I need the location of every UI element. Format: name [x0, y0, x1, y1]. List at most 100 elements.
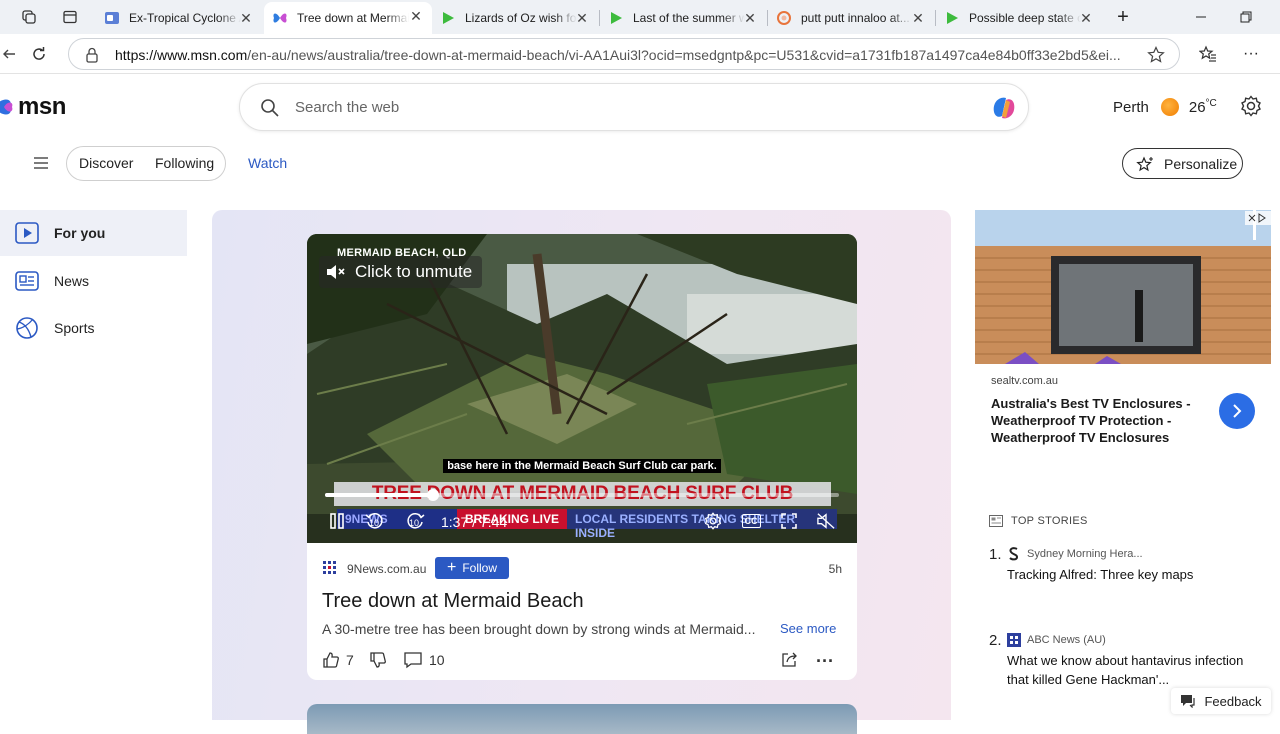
back-icon[interactable] — [0, 41, 24, 67]
like-count: 7 — [346, 652, 354, 668]
dislike-button[interactable] — [369, 651, 387, 669]
tab-title: Possible deep state c... — [969, 11, 1081, 25]
tab-title: Ex-Tropical Cyclone A... — [129, 11, 241, 25]
story-source: Sydney Morning Hera... — [1007, 547, 1143, 561]
sidebar-item-label: For you — [54, 225, 106, 241]
sidebar-item-label: Sports — [54, 320, 95, 336]
tab-last-of-summer[interactable]: Last of the summer w... ✕ — [600, 4, 766, 32]
url-text: https://www.msn.com/en-au/news/australia… — [115, 47, 1145, 63]
newspaper-icon — [15, 271, 39, 291]
tab-putt-putt-innaloo[interactable]: putt putt innaloo at... ✕ — [768, 4, 934, 32]
tab-possible-deep-state[interactable]: Possible deep state c... ✕ — [936, 4, 1102, 32]
msn-logo[interactable]: msn — [0, 92, 66, 122]
feed-nav: Discover Following Watch — [0, 144, 1280, 182]
story-title[interactable]: Tracking Alfred: Three key maps — [1007, 565, 1247, 584]
favorites-icon[interactable] — [1193, 41, 1223, 67]
tab-following[interactable]: Following — [155, 155, 214, 171]
video-player[interactable]: MERMAID BEACH, QLD Click to unmute base … — [307, 234, 857, 543]
sponsored-ad-card[interactable]: sealtv.com.au Australia's Best TV Enclos… — [975, 210, 1271, 472]
duration: 7:44 — [479, 514, 508, 530]
forward-10-button[interactable]: 10 — [403, 510, 427, 532]
share-icon[interactable] — [780, 651, 798, 669]
close-tab-icon[interactable]: ✕ — [742, 10, 758, 26]
close-tab-icon[interactable]: ✕ — [574, 10, 590, 26]
article-snippet: A 30-metre tree has been brought down by… — [322, 621, 756, 637]
search-input[interactable]: Search the web — [295, 99, 399, 116]
story-title[interactable]: What we know about hantavirus infection … — [1007, 651, 1247, 689]
workspaces-icon[interactable] — [14, 4, 44, 30]
personalize-label: Personalize — [1164, 156, 1238, 172]
follow-button[interactable]: + Follow — [435, 557, 509, 579]
tab-tree-down-mermaid-beach[interactable]: Tree down at Mermaid Beach ✕ — [264, 2, 432, 34]
outlook-icon — [105, 12, 119, 24]
story-source-name: ABC News (AU) — [1027, 634, 1106, 646]
close-tab-icon[interactable]: ✕ — [1078, 10, 1094, 26]
click-to-unmute-button[interactable]: Click to unmute — [319, 256, 483, 288]
tab-lizards-of-oz[interactable]: Lizards of Oz wish for... ✕ — [432, 4, 598, 32]
article-source-row: 9News.com.au + Follow 5h — [322, 557, 842, 579]
volume-muted-icon[interactable] — [814, 510, 838, 532]
weather-widget[interactable]: Perth 26°C — [1113, 97, 1217, 117]
url-field[interactable]: https://www.msn.com/en-au/news/australia… — [68, 38, 1180, 70]
story-number: 2. — [989, 632, 1002, 649]
minimize-icon[interactable] — [1186, 4, 1216, 30]
pause-icon[interactable] — [327, 510, 347, 532]
thumbs-down-icon — [370, 652, 386, 668]
rewind-10-button[interactable]: 10 — [363, 510, 387, 532]
copilot-icon[interactable] — [988, 92, 1020, 124]
temperature-unit: °C — [1205, 98, 1217, 109]
play-icon — [947, 12, 958, 24]
article-title[interactable]: Tree down at Mermaid Beach — [322, 590, 584, 613]
tab-actions-icon[interactable] — [55, 4, 85, 30]
play-icon — [443, 12, 454, 24]
video-caption: base here in the Mermaid Beach Surf Club… — [307, 456, 857, 474]
tab-discover[interactable]: Discover — [79, 155, 133, 171]
ad-choices-icon[interactable] — [1245, 211, 1271, 225]
tab-watch[interactable]: Watch — [248, 155, 287, 171]
settings-gear-icon[interactable] — [1240, 95, 1262, 122]
video-progress-bar[interactable] — [325, 489, 839, 501]
sunny-icon — [1160, 98, 1179, 116]
sparkle-star-icon — [1136, 156, 1153, 172]
sidebar-item-sports[interactable]: Sports — [0, 305, 187, 351]
closed-captions-button[interactable]: CC — [739, 510, 763, 532]
video-settings-gear-icon[interactable] — [701, 510, 725, 532]
fullscreen-icon[interactable] — [777, 510, 801, 532]
close-tab-icon[interactable]: ✕ — [408, 8, 424, 24]
hamburger-menu-icon[interactable] — [33, 156, 49, 175]
comments-button[interactable]: 10 — [403, 651, 445, 669]
msn-butterfly-icon — [0, 99, 13, 115]
search-icon — [261, 99, 279, 117]
like-button[interactable]: 7 — [322, 651, 354, 669]
favorite-star-icon[interactable] — [1147, 46, 1165, 64]
source-name[interactable]: 9News.com.au — [347, 562, 426, 576]
thumbs-up-icon — [323, 652, 339, 668]
ad-next-chevron-icon[interactable] — [1219, 393, 1255, 429]
personalize-button[interactable]: Personalize — [1122, 148, 1243, 179]
play-icon — [611, 12, 622, 24]
ad-title[interactable]: Australia's Best TV Enclosures - Weather… — [991, 395, 1191, 446]
ad-image-tv-enclosure — [975, 210, 1271, 364]
see-more-link[interactable]: See more — [780, 621, 836, 636]
more-options-icon[interactable]: ··· — [816, 651, 834, 672]
plus-icon: + — [446, 559, 457, 576]
refresh-icon[interactable] — [24, 41, 54, 67]
restore-icon[interactable] — [1231, 4, 1261, 30]
feedback-button[interactable]: Feedback — [1171, 688, 1271, 714]
new-tab-icon[interactable]: + — [1108, 4, 1138, 30]
video-controls: 10 10 1:37 / 7:44 CC — [307, 506, 857, 536]
lock-icon[interactable] — [85, 47, 99, 63]
weather-location: Perth — [1113, 98, 1149, 116]
sidebar-item-for-you[interactable]: For you — [0, 210, 187, 256]
story-source: ABC News (AU) — [1007, 633, 1106, 647]
follow-label: Follow — [462, 561, 498, 575]
more-menu-icon[interactable]: ··· — [1236, 41, 1266, 67]
close-tab-icon[interactable]: ✕ — [910, 10, 926, 26]
close-tab-icon[interactable]: ✕ — [238, 10, 254, 26]
tab-ex-tropical-cyclone[interactable]: Ex-Tropical Cyclone A... ✕ — [96, 4, 262, 32]
video-scrubber-handle[interactable] — [426, 489, 439, 501]
search-bar[interactable]: Search the web — [239, 83, 1029, 131]
sidebar-item-news[interactable]: News — [0, 258, 187, 304]
rewind-seconds: 10 — [369, 518, 380, 528]
next-video-card-preview[interactable] — [307, 704, 857, 734]
